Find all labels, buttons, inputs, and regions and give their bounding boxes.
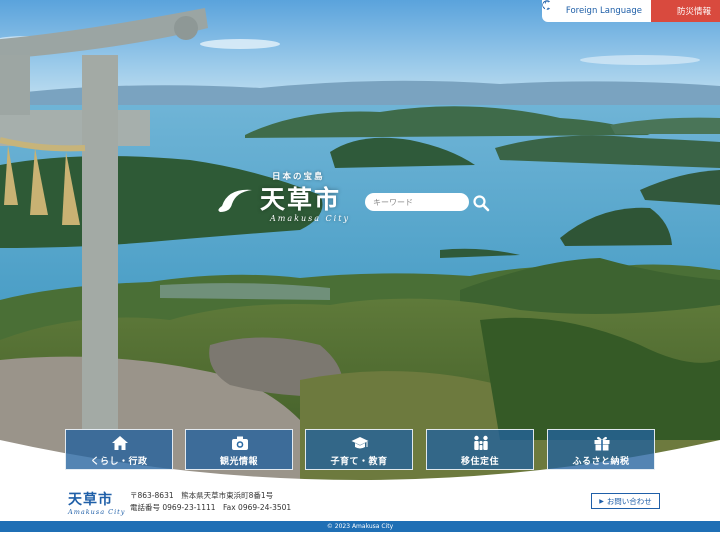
home-icon xyxy=(111,435,129,451)
foreign-language-label: Foreign Language xyxy=(565,6,642,16)
top-utility-bar: Foreign Language 防災情報 xyxy=(541,0,720,22)
footer-address: 〒863-8631 熊本県天草市東浜町8番1号 xyxy=(130,491,274,500)
footer-logo-name: 天草市 xyxy=(68,492,113,508)
menu-item-label: くらし・行政 xyxy=(90,457,148,467)
disaster-info-label: 防災情報 xyxy=(676,7,711,17)
hero-landscape xyxy=(0,0,720,480)
graduation-cap-icon xyxy=(351,435,369,451)
footer-logo-roman: Amakusa City xyxy=(68,508,126,516)
menu-item-tourism[interactable]: 観光情報 xyxy=(185,429,293,470)
footer: 天草市 Amakusa City 〒863-8631 熊本県天草市東浜町8番1号… xyxy=(0,480,720,540)
menu-item-childcare-education[interactable]: 子育て・教育 xyxy=(305,429,413,470)
gift-icon xyxy=(593,435,611,451)
logo-wave-icon xyxy=(218,184,256,216)
footer-address-block: 〒863-8631 熊本県天草市東浜町8番1号 電話番号 0969-23-111… xyxy=(130,490,291,514)
menu-item-label: 移住定住 xyxy=(460,457,499,467)
copyright-text: © 2023 Amakusa City xyxy=(326,523,394,530)
menu-item-relocation[interactable]: 移住定住 xyxy=(426,429,534,470)
menu-item-label: 子育て・教育 xyxy=(330,457,388,467)
megaphone-icon xyxy=(542,0,673,17)
logo-roman: Amakusa City xyxy=(270,214,350,223)
footer-phone: 電話番号 0969-23-1111 Fax 0969-24-3501 xyxy=(130,503,292,512)
site-logo[interactable]: 日本の宝島 天草市 Amakusa City xyxy=(216,166,366,230)
copyright-bar: © 2023 Amakusa City xyxy=(0,521,720,532)
contact-label: お問い合わせ xyxy=(606,496,652,506)
logo-name: 天草市 xyxy=(260,185,342,214)
family-icon xyxy=(472,435,490,451)
footer-logo[interactable]: 天草市 Amakusa City xyxy=(68,489,125,516)
chevron-right-icon: ▶ xyxy=(599,497,604,505)
footer-bottom-strip xyxy=(0,532,720,540)
foreign-language-button[interactable]: Foreign Language xyxy=(541,0,651,22)
menu-item-living-admin[interactable]: くらし・行政 xyxy=(65,429,173,470)
search-icon[interactable] xyxy=(472,194,490,212)
search-input[interactable] xyxy=(365,193,469,211)
disaster-info-button[interactable]: 防災情報 xyxy=(542,0,720,22)
menu-item-label: ふるさと納税 xyxy=(572,457,630,467)
contact-button[interactable]: ▶ お問い合わせ xyxy=(591,493,660,509)
main-menu: くらし・行政 観光情報 子育て・教育 移住定住 ふるさと納税 xyxy=(65,429,655,470)
camera-icon xyxy=(231,435,249,451)
menu-item-furusato-tax[interactable]: ふるさと納税 xyxy=(547,429,655,470)
page: Foreign Language 防災情報 日本の宝島 天草市 Amakusa … xyxy=(0,0,720,540)
hero-image: Foreign Language 防災情報 日本の宝島 天草市 Amakusa … xyxy=(0,0,720,480)
menu-item-label: 観光情報 xyxy=(219,457,258,467)
